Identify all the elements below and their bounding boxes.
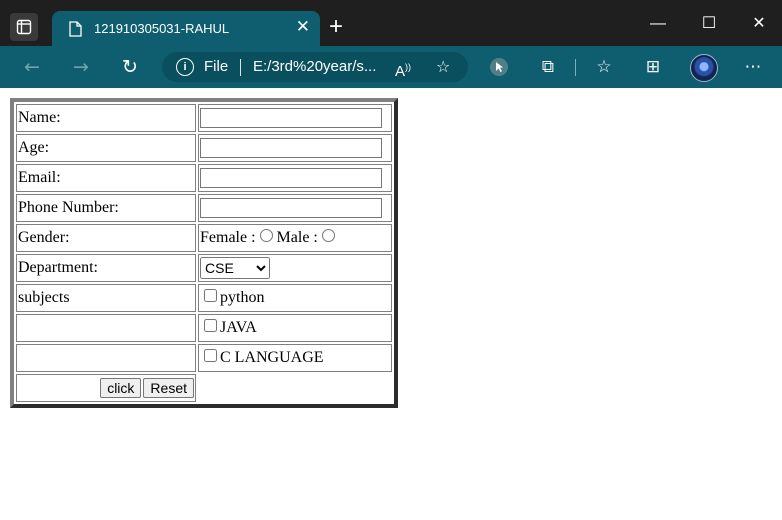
table-row: Email:	[16, 164, 392, 192]
email-cell	[198, 164, 392, 192]
registration-form-table: Name: Age: Email: Phone Number: Gender: …	[10, 98, 398, 408]
click-button[interactable]: click	[100, 378, 142, 398]
female-radio[interactable]	[259, 229, 273, 242]
name-input[interactable]	[200, 108, 382, 128]
info-icon[interactable]: i	[176, 58, 194, 76]
empty-cell	[16, 344, 196, 372]
male-label: Male :	[276, 229, 318, 246]
address-protocol-label: File	[204, 58, 229, 75]
maximize-button[interactable]: ☐	[697, 13, 721, 35]
browser-tab[interactable]: 121910305031-RAHUL ✕	[52, 11, 320, 46]
buttons-cell: click Reset	[16, 374, 196, 402]
table-row: Age:	[16, 134, 392, 162]
more-icon[interactable]: ⋯	[740, 55, 766, 79]
favorites-icon[interactable]: ☆	[591, 55, 617, 79]
department-select[interactable]: CSE	[200, 257, 270, 279]
table-row: Name:	[16, 104, 392, 132]
empty-cell	[16, 314, 196, 342]
read-aloud-icon[interactable]: A))	[395, 57, 411, 82]
department-label: Department:	[16, 254, 196, 282]
phone-input[interactable]	[200, 198, 382, 218]
table-row: Department: CSE	[16, 254, 392, 282]
department-cell: CSE	[198, 254, 392, 282]
male-radio[interactable]	[321, 229, 335, 242]
phone-cell	[198, 194, 392, 222]
refresh-icon[interactable]: ↻	[117, 55, 143, 79]
extension-icon[interactable]	[486, 55, 512, 79]
c-language-checkbox[interactable]	[204, 349, 217, 362]
c-language-label: C LANGUAGE	[220, 349, 324, 366]
tab-title: 121910305031-RAHUL	[94, 21, 230, 36]
toolbar-divider	[575, 59, 576, 76]
minimize-button[interactable]: —	[646, 13, 670, 35]
email-label: Email:	[16, 164, 196, 192]
table-row: click Reset	[16, 374, 392, 402]
address-divider	[240, 59, 241, 76]
phone-label: Phone Number:	[16, 194, 196, 222]
add-favorite-icon[interactable]: ☆	[436, 57, 450, 77]
subject-c-cell: C LANGUAGE	[198, 344, 392, 372]
browser-titlebar: 121910305031-RAHUL ✕ + — ☐ ✕	[0, 0, 782, 46]
java-label: JAVA	[220, 319, 257, 336]
tab-actions-icon	[16, 19, 32, 35]
gender-cell: Female : Male :	[198, 224, 392, 252]
puzzle-icon[interactable]: ⧉	[535, 55, 561, 79]
age-cell	[198, 134, 392, 162]
java-checkbox[interactable]	[204, 319, 217, 332]
tab-close-icon[interactable]: ✕	[296, 18, 310, 36]
tab-actions-button[interactable]	[10, 13, 38, 41]
forward-arrow-icon[interactable]: →	[68, 55, 94, 79]
subjects-label: subjects	[16, 284, 196, 312]
age-input[interactable]	[200, 138, 382, 158]
window-close-button[interactable]: ✕	[747, 13, 771, 35]
name-label: Name:	[16, 104, 196, 132]
female-label: Female :	[200, 229, 256, 246]
python-checkbox[interactable]	[204, 289, 217, 302]
subject-python-cell: python	[198, 284, 392, 312]
table-row: JAVA	[16, 314, 392, 342]
browser-toolbar: ← → ↻ i File E:/3rd%20year/s... A)) ☆ ⧉ …	[0, 46, 782, 88]
back-arrow-icon[interactable]: ←	[19, 55, 45, 79]
age-label: Age:	[16, 134, 196, 162]
profile-avatar[interactable]	[690, 54, 718, 82]
gender-label: Gender:	[16, 224, 196, 252]
address-bar[interactable]: i File E:/3rd%20year/s... A)) ☆	[162, 52, 468, 82]
collections-icon[interactable]: ⊞	[640, 55, 666, 79]
table-row: Phone Number:	[16, 194, 392, 222]
address-url[interactable]: E:/3rd%20year/s...	[253, 58, 376, 75]
table-row: subjects python	[16, 284, 392, 312]
subject-java-cell: JAVA	[198, 314, 392, 342]
reset-button[interactable]: Reset	[143, 378, 194, 398]
new-tab-icon[interactable]: +	[329, 15, 343, 39]
email-input[interactable]	[200, 168, 382, 188]
page-content: Name: Age: Email: Phone Number: Gender: …	[0, 88, 782, 520]
python-label: python	[220, 289, 265, 306]
table-row: C LANGUAGE	[16, 344, 392, 372]
name-cell	[198, 104, 392, 132]
page-icon	[69, 21, 82, 37]
table-row: Gender: Female : Male :	[16, 224, 392, 252]
